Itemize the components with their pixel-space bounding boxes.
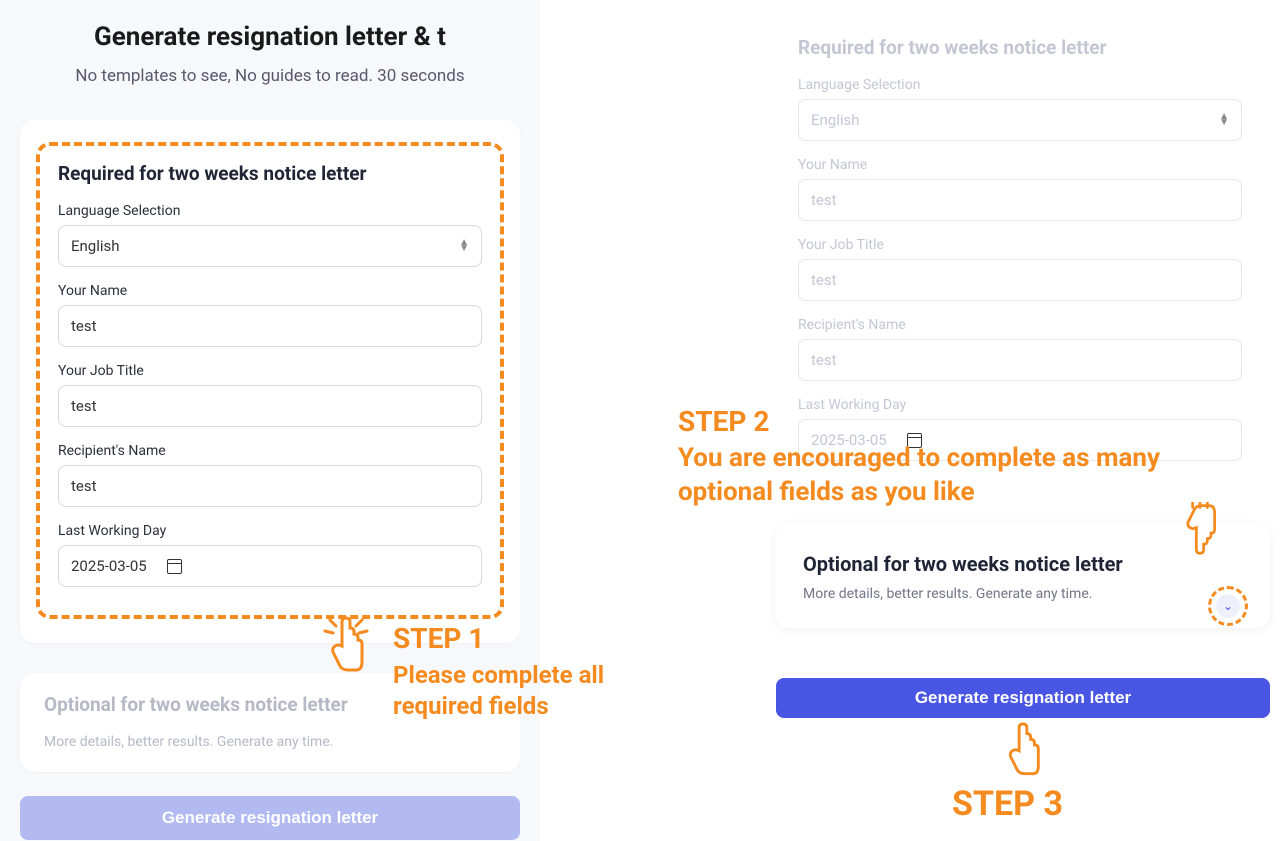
step1-label: STEP 1 bbox=[393, 622, 484, 655]
your-name-value: test bbox=[71, 317, 97, 335]
job-title-label-right: Your Job Title bbox=[798, 237, 1242, 253]
your-name-input-right[interactable]: test bbox=[798, 179, 1242, 221]
job-title-value-right: test bbox=[811, 271, 837, 289]
language-value: English bbox=[71, 237, 120, 255]
optional-card-right[interactable]: Optional for two weeks notice letter Mor… bbox=[775, 524, 1270, 628]
your-name-input[interactable]: test bbox=[58, 305, 482, 347]
step2-text: You are encouraged to complete as many o… bbox=[678, 442, 1238, 510]
recipient-value: test bbox=[71, 477, 97, 495]
expand-button[interactable]: ⌄ bbox=[1216, 594, 1240, 618]
recipient-value-right: test bbox=[811, 351, 837, 369]
job-title-input[interactable]: test bbox=[58, 385, 482, 427]
language-select-right[interactable]: English ▲▼ bbox=[798, 99, 1242, 141]
job-title-input-right[interactable]: test bbox=[798, 259, 1242, 301]
your-name-label-right: Your Name bbox=[798, 157, 1242, 173]
recipient-label-right: Recipient's Name bbox=[798, 317, 1242, 333]
required-highlight-border: Required for two weeks notice letter Lan… bbox=[36, 142, 504, 619]
step1-text: Please complete all required fields bbox=[393, 660, 653, 722]
language-select[interactable]: English ▲▼ bbox=[58, 225, 482, 267]
required-section-title: Required for two weeks notice letter bbox=[58, 162, 482, 185]
your-name-label: Your Name bbox=[58, 283, 482, 299]
optional-subtitle-left: More details, better results. Generate a… bbox=[44, 734, 496, 750]
recipient-input[interactable]: test bbox=[58, 465, 482, 507]
generate-button-right[interactable]: Generate resignation letter bbox=[776, 678, 1270, 718]
last-day-value: 2025-03-05 bbox=[71, 557, 147, 575]
required-section-title-right: Required for two weeks notice letter bbox=[798, 36, 1242, 59]
last-day-label-right: Last Working Day bbox=[798, 397, 1242, 413]
last-day-input[interactable]: 2025-03-05 bbox=[58, 545, 482, 587]
generate-button-left[interactable]: Generate resignation letter bbox=[20, 796, 520, 840]
language-label: Language Selection bbox=[58, 203, 482, 219]
your-name-value-right: test bbox=[811, 191, 837, 209]
page-title: Generate resignation letter & t bbox=[0, 22, 540, 52]
select-chevron-icon: ▲▼ bbox=[1219, 114, 1229, 126]
recipient-label: Recipient's Name bbox=[58, 443, 482, 459]
optional-subtitle-right: More details, better results. Generate a… bbox=[803, 586, 1242, 602]
step2-label: STEP 2 bbox=[678, 405, 769, 438]
pointer-hand-icon bbox=[322, 616, 370, 674]
recipient-input-right[interactable]: test bbox=[798, 339, 1242, 381]
step3-label: STEP 3 bbox=[952, 784, 1063, 824]
pointer-hand-icon bbox=[1000, 722, 1046, 778]
calendar-icon bbox=[167, 559, 182, 574]
language-value-right: English bbox=[811, 111, 860, 129]
page-subtitle: No templates to see, No guides to read. … bbox=[0, 66, 540, 86]
optional-title-right: Optional for two weeks notice letter bbox=[803, 552, 1242, 576]
chevron-down-icon: ⌄ bbox=[1223, 599, 1233, 613]
language-label-right: Language Selection bbox=[798, 77, 1242, 93]
job-title-value: test bbox=[71, 397, 97, 415]
required-card-right: Required for two weeks notice letter Lan… bbox=[770, 10, 1270, 479]
select-chevron-icon: ▲▼ bbox=[459, 240, 469, 252]
last-day-label: Last Working Day bbox=[58, 523, 482, 539]
pointer-hand-icon bbox=[1178, 502, 1222, 556]
job-title-label: Your Job Title bbox=[58, 363, 482, 379]
expand-highlight-circle: ⌄ bbox=[1208, 586, 1248, 626]
required-card: Required for two weeks notice letter Lan… bbox=[20, 120, 520, 643]
